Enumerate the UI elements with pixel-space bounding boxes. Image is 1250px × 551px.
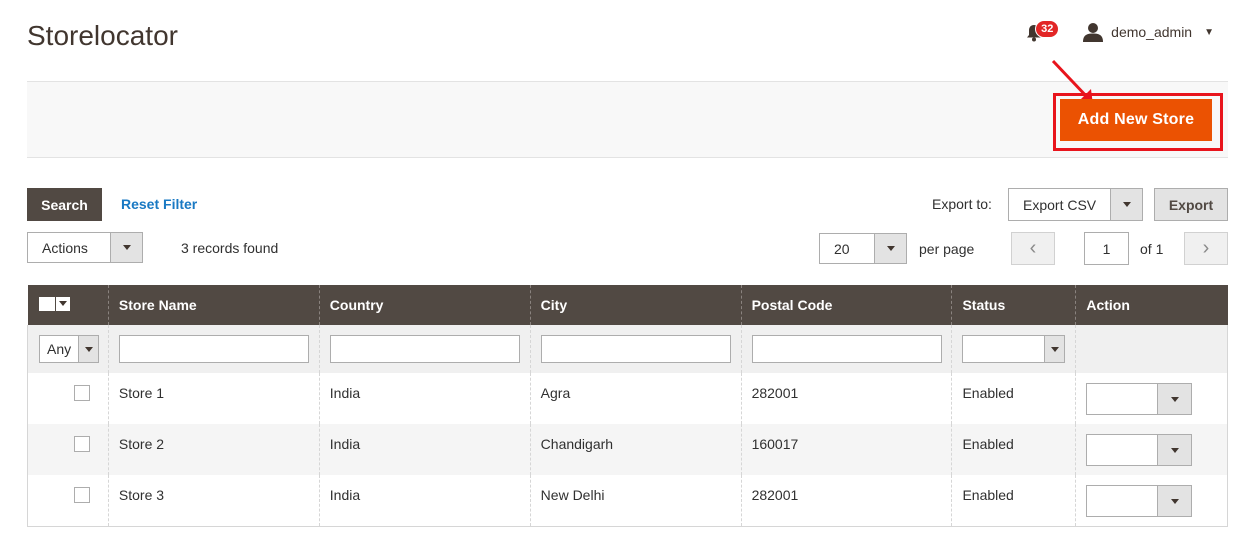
chevron-down-icon xyxy=(1157,384,1192,414)
row-action-select[interactable] xyxy=(1086,485,1193,517)
cell-store-name: Store 3 xyxy=(107,475,320,527)
column-header-country[interactable]: Country xyxy=(318,285,531,325)
grid-header-row: Store Name Country City Postal Code Stat… xyxy=(27,285,1228,325)
row-select-cell xyxy=(27,424,109,475)
filter-cell-select: Any xyxy=(27,325,109,373)
mass-select-header[interactable] xyxy=(27,285,109,325)
cell-country: India xyxy=(318,373,531,424)
filter-status-value xyxy=(963,336,1044,362)
filter-any-value: Any xyxy=(47,341,72,357)
previous-page-button[interactable]: ‹ xyxy=(1011,232,1055,265)
column-header-action: Action xyxy=(1075,285,1228,325)
mass-actions-label: Actions xyxy=(42,239,88,256)
row-checkbox[interactable] xyxy=(74,385,90,401)
cell-city: Chandigarh xyxy=(529,424,742,475)
cell-status: Enabled xyxy=(951,475,1076,527)
notifications[interactable]: 32 xyxy=(1023,18,1060,46)
cell-city: Agra xyxy=(529,373,742,424)
row-checkbox[interactable] xyxy=(74,436,90,452)
column-header-status[interactable]: Status xyxy=(951,285,1076,325)
cell-postal-code: 282001 xyxy=(740,373,952,424)
cell-action xyxy=(1075,373,1228,424)
chevron-down-icon xyxy=(1157,435,1192,465)
cell-postal-code: 160017 xyxy=(740,424,952,475)
user-menu[interactable]: demo_admin ▼ xyxy=(1083,22,1214,42)
filter-cell-city xyxy=(529,325,742,373)
filter-cell-action xyxy=(1075,325,1228,373)
notification-badge: 32 xyxy=(1035,20,1060,38)
cell-status: Enabled xyxy=(951,373,1076,424)
cell-status: Enabled xyxy=(951,424,1076,475)
reset-filter-link[interactable]: Reset Filter xyxy=(121,196,197,212)
filter-any-select[interactable]: Any xyxy=(39,335,99,363)
chevron-down-icon xyxy=(110,233,142,262)
filter-cell-postal-code xyxy=(740,325,952,373)
header-actions: 32 demo_admin ▼ xyxy=(1023,18,1214,46)
records-found: 3 records found xyxy=(181,240,279,256)
filter-store-name-input[interactable] xyxy=(118,335,309,363)
table-row: Store 1 India Agra 282001 Enabled xyxy=(27,373,1228,424)
user-icon xyxy=(1083,23,1104,42)
chevron-down-icon xyxy=(1044,336,1065,362)
search-button[interactable]: Search xyxy=(27,188,102,221)
column-header-city[interactable]: City xyxy=(529,285,742,325)
chevron-down-icon xyxy=(1157,486,1192,516)
chevron-down-icon: ▼ xyxy=(1204,26,1214,38)
cell-country: India xyxy=(318,475,531,527)
row-select-cell xyxy=(27,373,109,424)
export-format-value: Export CSV xyxy=(1023,196,1097,213)
per-page-value: 20 xyxy=(834,240,850,257)
filter-cell-country xyxy=(318,325,531,373)
filter-status-select[interactable] xyxy=(962,335,1066,363)
per-page-label: per page xyxy=(919,241,975,257)
filter-row: Any xyxy=(27,325,1228,373)
cell-action xyxy=(1075,475,1228,527)
column-header-postal-code[interactable]: Postal Code xyxy=(740,285,952,325)
next-page-button[interactable]: › xyxy=(1184,232,1228,265)
column-header-store-name[interactable]: Store Name xyxy=(107,285,320,325)
current-page-input[interactable] xyxy=(1084,232,1129,265)
filter-cell-status xyxy=(951,325,1076,373)
row-action-select[interactable] xyxy=(1086,383,1193,415)
row-select-cell xyxy=(27,475,109,527)
row-checkbox[interactable] xyxy=(74,487,90,503)
filter-postal-code-input[interactable] xyxy=(751,335,942,363)
username: demo_admin xyxy=(1111,24,1193,40)
chevron-down-icon xyxy=(78,336,98,362)
page-total: of 1 xyxy=(1140,241,1164,257)
cell-store-name: Store 2 xyxy=(107,424,320,475)
cell-country: India xyxy=(318,424,531,475)
per-page-select[interactable]: 20 xyxy=(819,233,907,264)
cell-action xyxy=(1075,424,1228,475)
export-label: Export to: xyxy=(932,196,992,212)
filter-city-input[interactable] xyxy=(540,335,731,363)
chevron-left-icon: ‹ xyxy=(1029,237,1037,259)
filter-country-input[interactable] xyxy=(329,335,520,363)
mass-actions-select[interactable]: Actions xyxy=(27,232,143,263)
chevron-down-icon xyxy=(874,234,906,263)
export-button[interactable]: Export xyxy=(1154,188,1228,221)
chevron-down-icon xyxy=(55,296,70,311)
table-row: Store 2 India Chandigarh 160017 Enabled xyxy=(27,424,1228,475)
cell-postal-code: 282001 xyxy=(740,475,952,527)
cell-store-name: Store 1 xyxy=(107,373,320,424)
checkbox-box xyxy=(38,296,55,311)
row-action-select[interactable] xyxy=(1086,434,1193,466)
chevron-right-icon: › xyxy=(1202,237,1210,259)
stores-grid: Store Name Country City Postal Code Stat… xyxy=(27,285,1228,527)
table-row: Store 3 India New Delhi 282001 Enabled xyxy=(27,475,1228,527)
filter-cell-store-name xyxy=(107,325,320,373)
export-format-select[interactable]: Export CSV xyxy=(1008,188,1143,221)
page-title: Storelocator xyxy=(27,20,178,51)
chevron-down-icon xyxy=(1110,189,1142,220)
cell-city: New Delhi xyxy=(529,475,742,527)
mass-select-checkbox[interactable] xyxy=(38,296,70,311)
add-new-store-button[interactable]: Add New Store xyxy=(1060,99,1212,141)
